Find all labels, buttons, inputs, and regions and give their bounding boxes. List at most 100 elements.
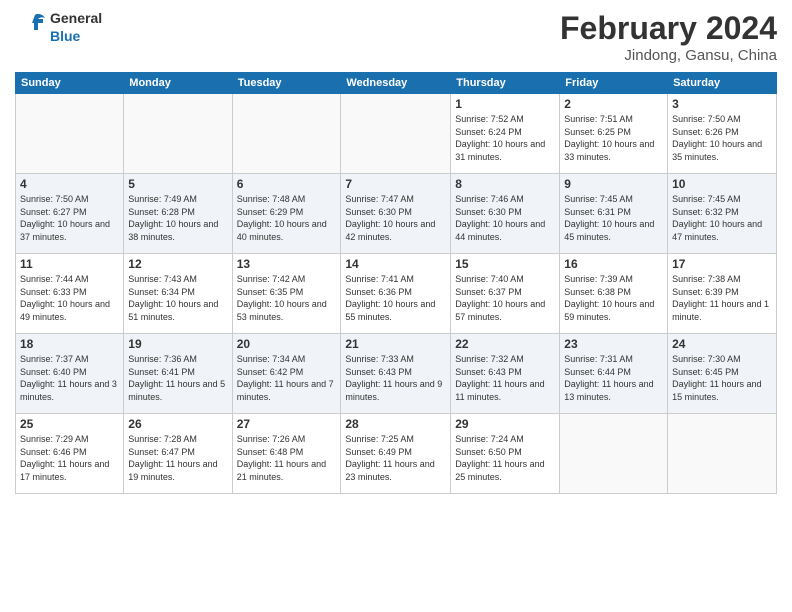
table-row: 1 Sunrise: 7:52 AM Sunset: 6:24 PM Daylig… [451,94,560,174]
table-row [232,94,341,174]
day-info: Sunrise: 7:39 AM Sunset: 6:38 PM Dayligh… [564,273,663,323]
table-row: 23 Sunrise: 7:31 AM Sunset: 6:44 PM Dayli… [560,334,668,414]
month-title: February 2024 [560,10,777,47]
logo-bird-icon [15,10,50,45]
table-row: 2 Sunrise: 7:51 AM Sunset: 6:25 PM Daylig… [560,94,668,174]
day-number: 20 [237,337,337,351]
table-row: 6 Sunrise: 7:48 AM Sunset: 6:29 PM Daylig… [232,174,341,254]
table-row: 14 Sunrise: 7:41 AM Sunset: 6:36 PM Dayli… [341,254,451,334]
table-row: 21Sunrise: 7:33 AM Sunset: 6:43 PM Dayli… [341,334,451,414]
calendar-container: General Blue February 2024 Jindong, Gans… [0,0,792,612]
day-number: 29 [455,417,555,431]
day-info: Sunrise: 7:26 AM Sunset: 6:48 PM Dayligh… [237,433,337,483]
table-row: 28Sunrise: 7:25 AM Sunset: 6:49 PM Dayli… [341,414,451,494]
day-number: 14 [345,257,446,271]
col-friday: Friday [560,73,668,94]
col-wednesday: Wednesday [341,73,451,94]
day-info: Sunrise: 7:43 AM Sunset: 6:34 PM Dayligh… [128,273,227,323]
table-row: 29Sunrise: 7:24 AM Sunset: 6:50 PM Dayli… [451,414,560,494]
calendar-header-row: Sunday Monday Tuesday Wednesday Thursday… [16,73,777,94]
table-row: 25 Sunrise: 7:29 AM Sunset: 6:46 PM Dayli… [16,414,124,494]
day-number: 21 [345,337,446,351]
day-info: Sunrise: 7:37 AM Sunset: 6:40 PM Dayligh… [20,353,119,403]
table-row [560,414,668,494]
calendar-week-row: 18 Sunrise: 7:37 AM Sunset: 6:40 PM Dayli… [16,334,777,414]
day-number: 2 [564,97,663,111]
day-info: Sunrise: 7:40 AM Sunset: 6:37 PM Dayligh… [455,273,555,323]
col-sunday: Sunday [16,73,124,94]
day-info: Sunrise: 7:46 AM Sunset: 6:30 PM Dayligh… [455,193,555,243]
table-row: 26Sunrise: 7:28 AM Sunset: 6:47 PM Dayli… [124,414,232,494]
table-row: 24 Sunrise: 7:30 AM Sunset: 6:45 PM Dayli… [668,334,777,414]
col-saturday: Saturday [668,73,777,94]
day-number: 8 [455,177,555,191]
table-row: 13Sunrise: 7:42 AM Sunset: 6:35 PM Dayli… [232,254,341,334]
day-number: 11 [20,257,119,271]
day-number: 23 [564,337,663,351]
table-row: 16 Sunrise: 7:39 AM Sunset: 6:38 PM Dayli… [560,254,668,334]
day-number: 19 [128,337,227,351]
day-info: Sunrise: 7:36 AM Sunset: 6:41 PM Dayligh… [128,353,227,403]
day-number: 24 [672,337,772,351]
table-row: 5Sunrise: 7:49 AM Sunset: 6:28 PM Daylig… [124,174,232,254]
day-number: 27 [237,417,337,431]
day-number: 6 [237,177,337,191]
day-info: Sunrise: 7:49 AM Sunset: 6:28 PM Dayligh… [128,193,227,243]
day-number: 25 [20,417,119,431]
day-info: Sunrise: 7:45 AM Sunset: 6:32 PM Dayligh… [672,193,772,243]
day-info: Sunrise: 7:28 AM Sunset: 6:47 PM Dayligh… [128,433,227,483]
day-number: 13 [237,257,337,271]
table-row: 18 Sunrise: 7:37 AM Sunset: 6:40 PM Dayli… [16,334,124,414]
day-number: 17 [672,257,772,271]
table-row: 20 Sunrise: 7:34 AM Sunset: 6:42 PM Dayli… [232,334,341,414]
day-number: 18 [20,337,119,351]
table-row: 12 Sunrise: 7:43 AM Sunset: 6:34 PM Dayli… [124,254,232,334]
table-row: 8 Sunrise: 7:46 AM Sunset: 6:30 PM Daylig… [451,174,560,254]
logo-blue: Blue [50,28,80,44]
day-info: Sunrise: 7:25 AM Sunset: 6:49 PM Dayligh… [345,433,446,483]
title-block: February 2024 Jindong, Gansu, China [560,10,777,64]
day-number: 1 [455,97,555,111]
day-number: 4 [20,177,119,191]
day-info: Sunrise: 7:31 AM Sunset: 6:44 PM Dayligh… [564,353,663,403]
day-number: 3 [672,97,772,111]
table-row: 15 Sunrise: 7:40 AM Sunset: 6:37 PM Dayli… [451,254,560,334]
col-thursday: Thursday [451,73,560,94]
table-row [668,414,777,494]
table-row: 3 Sunrise: 7:50 AM Sunset: 6:26 PM Daylig… [668,94,777,174]
table-row: 19 Sunrise: 7:36 AM Sunset: 6:41 PM Dayli… [124,334,232,414]
day-info: Sunrise: 7:48 AM Sunset: 6:29 PM Dayligh… [237,193,337,243]
day-info: Sunrise: 7:38 AM Sunset: 6:39 PM Dayligh… [672,273,772,323]
table-row [16,94,124,174]
col-monday: Monday [124,73,232,94]
day-number: 10 [672,177,772,191]
table-row [341,94,451,174]
day-info: Sunrise: 7:44 AM Sunset: 6:33 PM Dayligh… [20,273,119,323]
table-row: 4 Sunrise: 7:50 AM Sunset: 6:27 PM Daylig… [16,174,124,254]
day-number: 15 [455,257,555,271]
day-info: Sunrise: 7:47 AM Sunset: 6:30 PM Dayligh… [345,193,446,243]
day-number: 16 [564,257,663,271]
table-row [124,94,232,174]
day-number: 12 [128,257,227,271]
header: General Blue February 2024 Jindong, Gans… [15,10,777,64]
day-info: Sunrise: 7:34 AM Sunset: 6:42 PM Dayligh… [237,353,337,403]
location: Jindong, Gansu, China [560,47,777,64]
calendar-week-row: 25 Sunrise: 7:29 AM Sunset: 6:46 PM Dayli… [16,414,777,494]
logo-general: General [50,10,102,26]
table-row: 9Sunrise: 7:45 AM Sunset: 6:31 PM Daylig… [560,174,668,254]
day-info: Sunrise: 7:51 AM Sunset: 6:25 PM Dayligh… [564,113,663,163]
day-info: Sunrise: 7:52 AM Sunset: 6:24 PM Dayligh… [455,113,555,163]
logo: General Blue [15,10,102,45]
table-row: 27 Sunrise: 7:26 AM Sunset: 6:48 PM Dayli… [232,414,341,494]
day-info: Sunrise: 7:30 AM Sunset: 6:45 PM Dayligh… [672,353,772,403]
calendar-week-row: 1 Sunrise: 7:52 AM Sunset: 6:24 PM Daylig… [16,94,777,174]
day-info: Sunrise: 7:29 AM Sunset: 6:46 PM Dayligh… [20,433,119,483]
day-number: 22 [455,337,555,351]
calendar-week-row: 4 Sunrise: 7:50 AM Sunset: 6:27 PM Daylig… [16,174,777,254]
day-info: Sunrise: 7:50 AM Sunset: 6:27 PM Dayligh… [20,193,119,243]
day-info: Sunrise: 7:41 AM Sunset: 6:36 PM Dayligh… [345,273,446,323]
table-row: 17 Sunrise: 7:38 AM Sunset: 6:39 PM Dayli… [668,254,777,334]
day-info: Sunrise: 7:50 AM Sunset: 6:26 PM Dayligh… [672,113,772,163]
day-number: 9 [564,177,663,191]
